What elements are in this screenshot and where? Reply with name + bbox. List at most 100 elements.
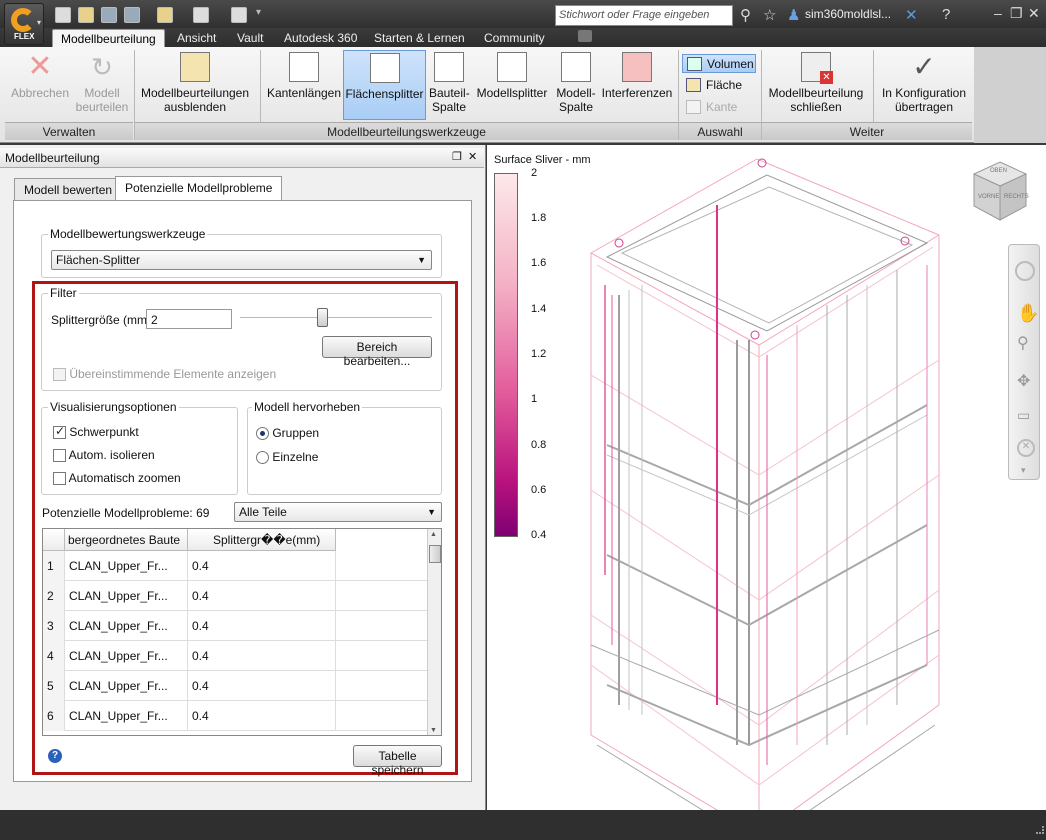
vis-legend: Visualisierungsoptionen bbox=[48, 400, 179, 414]
help-icon[interactable]: ? bbox=[942, 6, 950, 23]
quick-access-dropdown-icon[interactable]: ▾ bbox=[256, 7, 261, 18]
modell-spalte-button[interactable]: Modell-Spalte bbox=[554, 50, 598, 120]
table-row[interactable]: 1 CLAN_Upper_Fr... 0.4 bbox=[43, 551, 433, 581]
gruppen-label: Gruppen bbox=[272, 426, 320, 440]
refresh-icon: ↻ bbox=[91, 52, 113, 82]
match-elements-checkbox[interactable]: Übereinstimmende Elemente anzeigen bbox=[53, 367, 276, 382]
tab-autodesk-360[interactable]: Autodesk 360 bbox=[276, 29, 365, 48]
float-panel-icon[interactable]: ❐ bbox=[452, 150, 462, 163]
size-slider-track[interactable] bbox=[240, 317, 432, 319]
table-row[interactable]: 4 CLAN_Upper_Fr... 0.4 bbox=[43, 641, 433, 671]
search-input[interactable]: Stichwort oder Frage eingeben bbox=[555, 5, 733, 26]
modellsplitter-button[interactable]: Modellsplitter bbox=[474, 50, 550, 120]
schwerpunkt-checkbox[interactable]: Schwerpunkt bbox=[53, 424, 139, 440]
new-file-icon[interactable] bbox=[55, 7, 71, 23]
view-icon[interactable] bbox=[193, 7, 209, 23]
kantenlaengen-button[interactable]: Kantenlängen bbox=[265, 50, 343, 120]
zoom-icon[interactable]: ⚲ bbox=[1017, 333, 1029, 353]
steering-wheel-icon[interactable] bbox=[1015, 261, 1035, 281]
legend-tick: 1.4 bbox=[531, 303, 547, 315]
part-cell: CLAN_Upper_Fr... bbox=[65, 671, 188, 701]
flaeche-button[interactable]: Fläche bbox=[682, 76, 756, 95]
kante-button[interactable]: Kante bbox=[682, 98, 756, 117]
table-row[interactable]: 5 CLAN_Upper_Fr... 0.4 bbox=[43, 671, 433, 701]
flaechensplitter-button[interactable]: Flächensplitter bbox=[343, 50, 426, 120]
binoculars-icon[interactable]: ⚲ bbox=[740, 6, 751, 24]
ausblenden-label: Modellbeurteilungen ausblenden bbox=[140, 86, 250, 114]
tab-ansicht[interactable]: Ansicht bbox=[169, 29, 224, 48]
tab-modellbeurteilung[interactable]: Modellbeurteilung bbox=[52, 29, 165, 48]
restore-icon[interactable]: ❐ bbox=[1010, 5, 1023, 22]
status-bar bbox=[0, 810, 1046, 840]
tools-select[interactable]: Flächen-Splitter ▼ bbox=[51, 250, 432, 270]
scroll-thumb[interactable] bbox=[429, 545, 441, 563]
zoomen-label: Automatisch zoomen bbox=[68, 471, 181, 485]
scroll-up-icon[interactable]: ▲ bbox=[430, 531, 437, 538]
minimize-icon[interactable]: – bbox=[994, 5, 1002, 21]
problems-filter-select[interactable]: Alle Teile ▼ bbox=[234, 502, 442, 522]
abbrechen-label: Abbrechen bbox=[10, 86, 70, 100]
navigation-bar: ✋ ⚲ ✥ ▭ ✕ ▾ bbox=[1008, 244, 1040, 480]
user-name[interactable]: sim360moldlsl... bbox=[805, 7, 891, 21]
ribbon-toggle-icon[interactable] bbox=[578, 30, 592, 42]
table-row[interactable]: 2 CLAN_Upper_Fr... 0.4 bbox=[43, 581, 433, 611]
ausblenden-button[interactable]: Modellbeurteilungen ausblenden bbox=[138, 50, 252, 120]
look-at-icon[interactable]: ▭ bbox=[1017, 407, 1030, 424]
size-input[interactable]: 2 bbox=[146, 309, 232, 329]
save-all-icon[interactable] bbox=[124, 7, 140, 23]
user-icon[interactable]: ♟ bbox=[787, 6, 800, 24]
tab-potenzielle-modellprobleme[interactable]: Potenzielle Modellprobleme bbox=[115, 176, 283, 201]
gruppen-dot bbox=[256, 427, 269, 441]
gruppen-radio[interactable]: Gruppen bbox=[256, 426, 320, 441]
resize-grip-icon[interactable] bbox=[1036, 826, 1044, 834]
legend-tick: 2 bbox=[531, 167, 538, 179]
project-icon[interactable] bbox=[157, 7, 173, 23]
save-icon[interactable] bbox=[101, 7, 117, 23]
tools-legend: Modellbewertungswerkzeuge bbox=[48, 227, 208, 241]
scroll-down-icon[interactable]: ▼ bbox=[430, 727, 437, 734]
chevron-down-icon[interactable]: ▾ bbox=[1021, 465, 1026, 476]
open-folder-icon[interactable] bbox=[78, 7, 94, 23]
schliessen-button[interactable]: ✕ Modellbeurteilung schließen bbox=[764, 50, 868, 120]
tabelle-speichern-button[interactable]: Tabelle speichern bbox=[353, 745, 442, 777]
panel-close-icon[interactable]: ✕ bbox=[468, 150, 477, 163]
tab-community[interactable]: Community bbox=[476, 29, 553, 48]
konfiguration-button[interactable]: ✓ In Konfiguration übertragen bbox=[877, 50, 971, 120]
column-header-size[interactable]: Splittergr��e(mm) bbox=[188, 529, 336, 551]
table-row[interactable]: 6 CLAN_Upper_Fr... 0.4 bbox=[43, 701, 433, 731]
settings-icon[interactable] bbox=[231, 7, 247, 23]
abbrechen-button[interactable]: ✕ Abbrechen bbox=[7, 50, 73, 120]
favorite-star-icon[interactable]: ☆ bbox=[763, 6, 776, 24]
part-cell: CLAN_Upper_Fr... bbox=[65, 581, 188, 611]
size-slider-thumb[interactable] bbox=[317, 308, 328, 327]
pan-hand-icon[interactable]: ✋ bbox=[1017, 303, 1039, 324]
table-scrollbar[interactable]: ▲ ▼ bbox=[427, 529, 441, 735]
viewcube-top-label: OBEN bbox=[990, 168, 1008, 174]
einzelne-radio[interactable]: Einzelne bbox=[256, 450, 318, 465]
table-row[interactable]: 3 CLAN_Upper_Fr... 0.4 bbox=[43, 611, 433, 641]
close-icon[interactable]: ✕ bbox=[1028, 5, 1040, 22]
bereich-bearbeiten-button[interactable]: Bereich bearbeiten... bbox=[322, 336, 432, 368]
orbit-icon[interactable]: ✥ bbox=[1017, 371, 1030, 391]
size-cell: 0.4 bbox=[188, 641, 336, 671]
bauteil-spalte-button[interactable]: Bauteil-Spalte bbox=[428, 50, 470, 120]
viewcube[interactable]: OBEN VORNE RECHTS bbox=[970, 158, 1030, 224]
isolieren-checkbox[interactable]: Autom. isolieren bbox=[53, 448, 155, 463]
interferenzen-button[interactable]: Interferenzen bbox=[601, 50, 673, 120]
size-cell: 0.4 bbox=[188, 581, 336, 611]
app-menu-button[interactable]: FLEX ▾ bbox=[4, 3, 44, 45]
3d-viewport[interactable] bbox=[487, 145, 1046, 810]
tab-modell-bewerten[interactable]: Modell bewerten bbox=[14, 178, 123, 200]
help-icon[interactable]: ? bbox=[48, 749, 62, 763]
panel-title: Modellbeurteilung bbox=[0, 148, 484, 168]
tab-starten-lernen[interactable]: Starten & Lernen bbox=[366, 29, 473, 48]
show-motion-icon[interactable]: ✕ bbox=[1017, 439, 1035, 457]
volumen-button[interactable]: Volumen bbox=[682, 54, 756, 73]
problems-count: Potenzielle Modellprobleme: 69 bbox=[42, 506, 210, 520]
tab-vault[interactable]: Vault bbox=[229, 29, 271, 48]
exchange-icon[interactable]: ✕ bbox=[905, 6, 918, 24]
modell-beurteilen-button[interactable]: ↻ Modell beurteilen bbox=[74, 50, 130, 120]
bauteil-spalte-label: Bauteil-Spalte bbox=[429, 86, 470, 114]
column-header-part[interactable]: bergeordnetes Baute bbox=[65, 529, 188, 551]
zoomen-checkbox[interactable]: Automatisch zoomen bbox=[53, 471, 181, 486]
